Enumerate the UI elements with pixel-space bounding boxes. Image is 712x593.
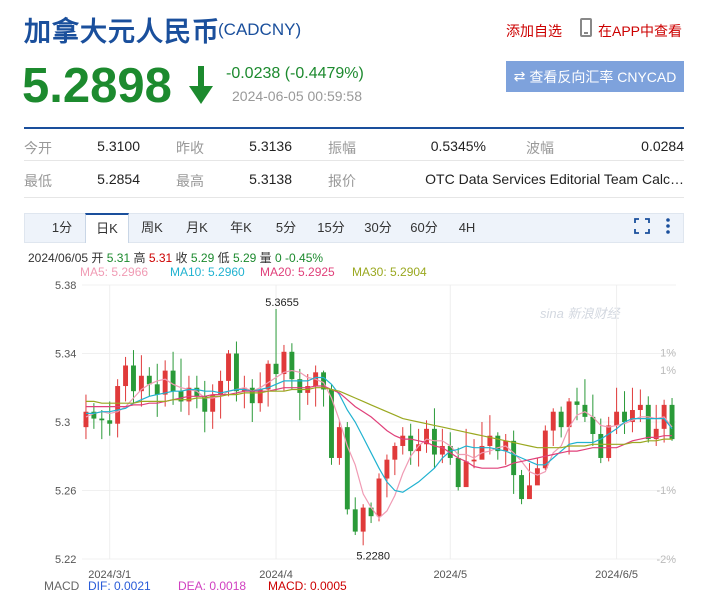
ma-line-ma30 bbox=[86, 387, 672, 449]
candle-body bbox=[519, 475, 525, 500]
x-tick-label: 2024/6/5 bbox=[595, 569, 638, 581]
candle-body bbox=[527, 485, 532, 500]
candle-body bbox=[471, 459, 477, 462]
candle-body bbox=[606, 425, 612, 458]
candle-body bbox=[170, 370, 176, 392]
candle-body bbox=[202, 396, 208, 412]
dea-legend: DEA: 0.0018 bbox=[178, 579, 247, 593]
candle-body bbox=[534, 468, 540, 486]
candle-body bbox=[392, 445, 398, 460]
candle-body bbox=[384, 459, 390, 479]
candle-body bbox=[408, 435, 414, 452]
candle-body bbox=[645, 404, 651, 440]
candle-body bbox=[273, 363, 279, 375]
candle-body bbox=[455, 457, 461, 488]
pct-tick-label: 1% bbox=[660, 347, 676, 359]
candle-body bbox=[463, 461, 469, 488]
extreme-label: 5.2280 bbox=[356, 550, 390, 562]
candle-body bbox=[83, 411, 89, 428]
candle-body bbox=[614, 411, 620, 426]
candle-body bbox=[574, 401, 580, 405]
candle-body bbox=[99, 418, 105, 421]
dif-legend: DIF: 0.0021 bbox=[88, 579, 151, 593]
candle-body bbox=[336, 427, 342, 458]
candle-body bbox=[233, 353, 239, 392]
candle-body bbox=[162, 370, 168, 395]
macd-legend-title: MACD bbox=[44, 579, 80, 593]
candle-body bbox=[550, 411, 556, 431]
candle-body bbox=[352, 509, 358, 532]
candle-body bbox=[669, 404, 675, 440]
candle-body bbox=[622, 411, 627, 422]
candle-body bbox=[558, 411, 564, 428]
candle-body bbox=[131, 365, 136, 392]
candle-body bbox=[511, 440, 517, 476]
candle-body bbox=[566, 401, 572, 428]
ma-line-ma20 bbox=[86, 385, 672, 469]
extreme-label: 5.3655 bbox=[265, 297, 299, 309]
candle-body bbox=[400, 435, 406, 446]
candle-body bbox=[582, 404, 588, 417]
candle-body bbox=[637, 404, 643, 411]
y-tick-label: 5.38 bbox=[55, 280, 76, 292]
y-tick-label: 5.3 bbox=[55, 417, 70, 429]
candle-body bbox=[289, 351, 295, 380]
watermark-logo: sina 新浪财经 bbox=[540, 306, 621, 321]
y-tick-label: 5.22 bbox=[55, 554, 76, 566]
candle-body bbox=[431, 428, 437, 455]
y-tick-label: 5.26 bbox=[55, 486, 76, 498]
candle-body bbox=[376, 478, 382, 517]
pct-tick-label: -1% bbox=[656, 485, 676, 497]
candlestick-chart[interactable]: sina 新浪财经 5.38 5.34 5.3 5.26 5.22 1% 1% -1% -2% 20… bbox=[0, 0, 712, 590]
x-tick-label: 2024/5 bbox=[433, 569, 467, 581]
candle-body bbox=[281, 351, 287, 375]
pct-tick-label: -2% bbox=[656, 554, 676, 566]
macd-value-legend: MACD: 0.0005 bbox=[268, 579, 347, 593]
candle-body bbox=[115, 386, 121, 424]
candle-body bbox=[360, 507, 366, 532]
candle-body bbox=[107, 420, 113, 424]
pct-tick-label: 1% bbox=[660, 365, 676, 377]
candle-body bbox=[226, 353, 231, 381]
candle-body bbox=[123, 365, 129, 387]
candle-body bbox=[154, 384, 160, 395]
y-tick-label: 5.34 bbox=[55, 349, 76, 361]
candle-body bbox=[265, 363, 271, 390]
